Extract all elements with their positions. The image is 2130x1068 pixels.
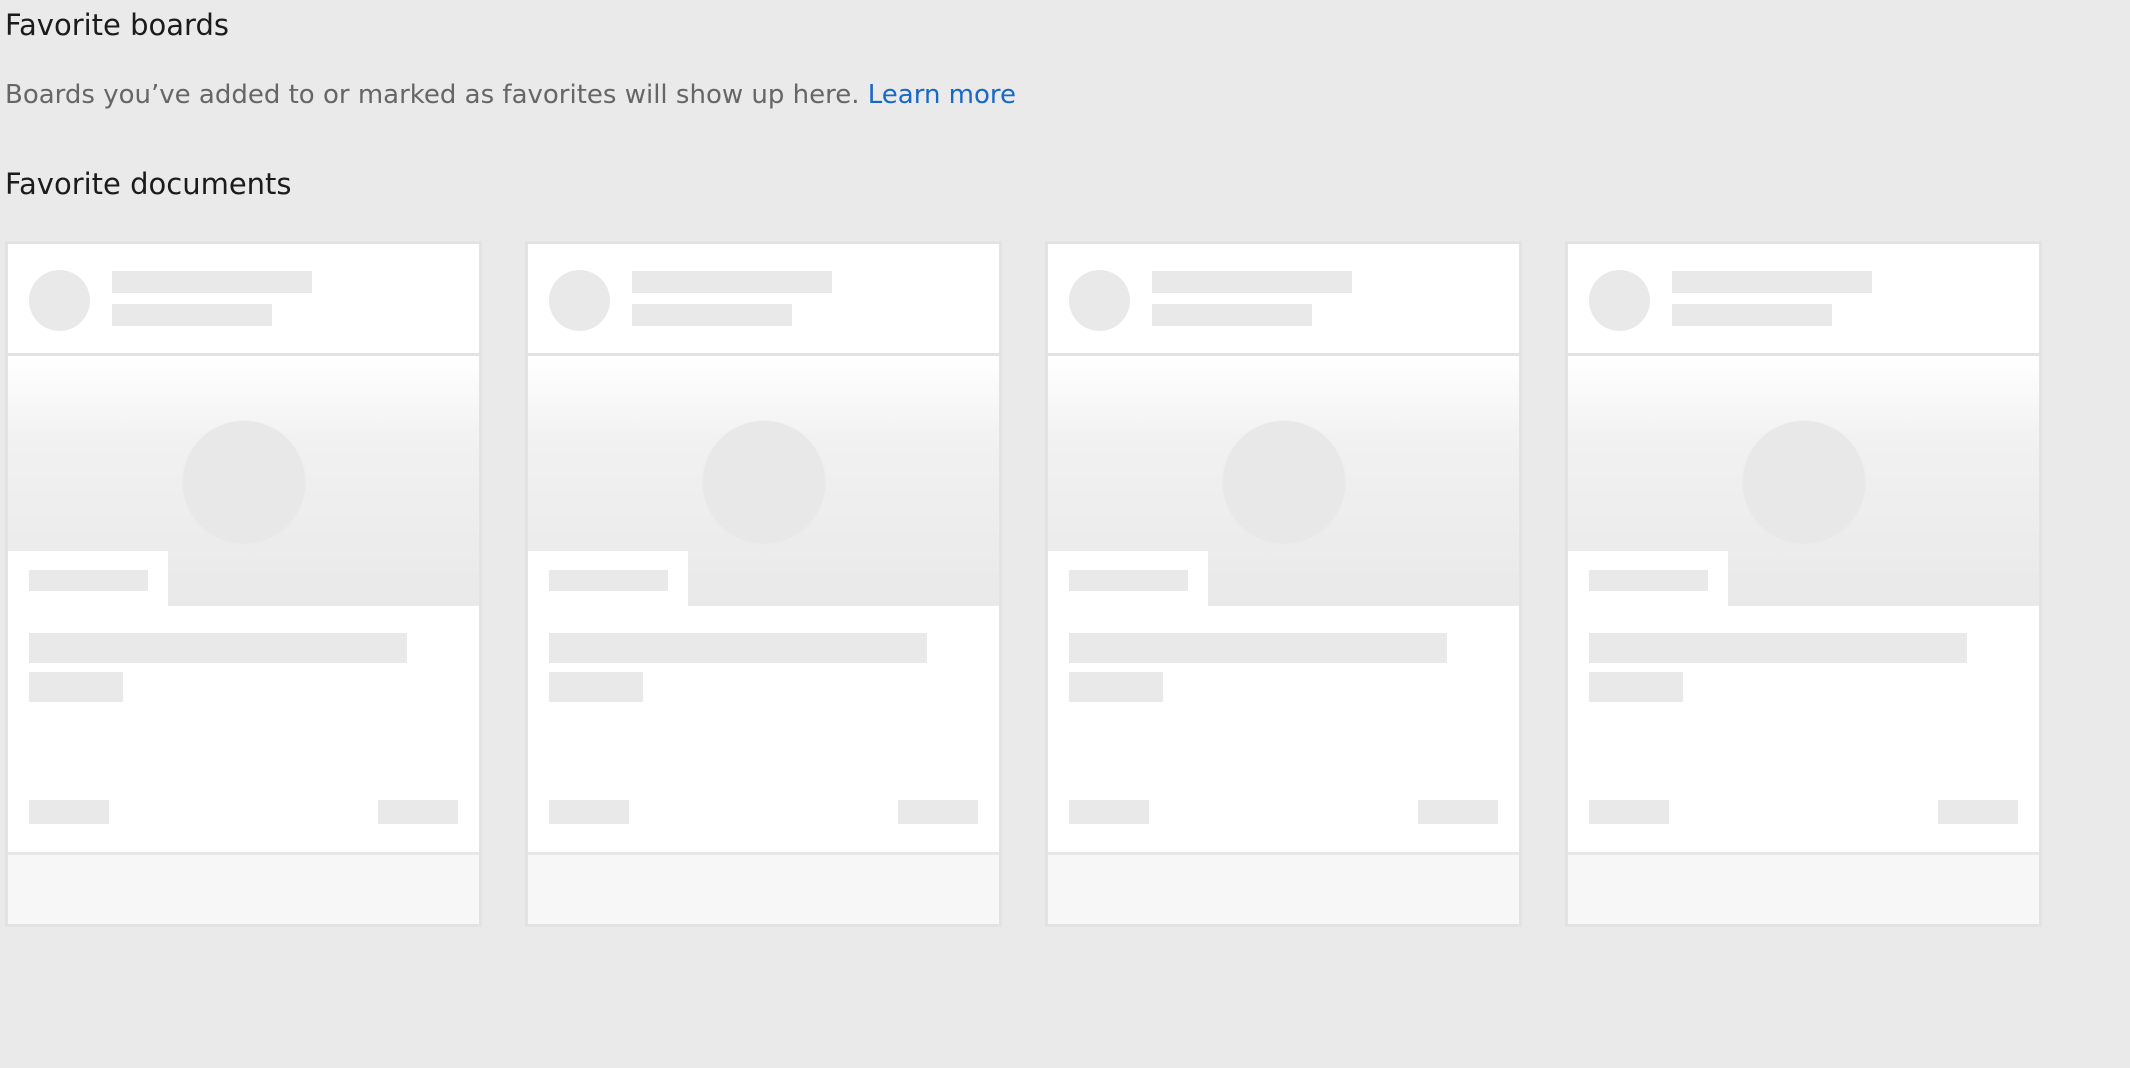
avatar-placeholder	[1589, 270, 1650, 331]
title-placeholder	[1672, 271, 1872, 293]
title-placeholder	[112, 271, 312, 293]
footer-left-placeholder	[1589, 800, 1669, 824]
document-detail-placeholder	[549, 672, 643, 702]
card-footer	[1048, 852, 1519, 924]
preview-icon-placeholder	[1223, 421, 1345, 543]
tag-placeholder	[1069, 570, 1188, 591]
favorite-boards-description-text: Boards you’ve added to or marked as favo…	[5, 80, 860, 110]
subtitle-placeholder	[1152, 304, 1312, 326]
learn-more-link[interactable]: Learn more	[868, 80, 1016, 110]
preview-icon-placeholder	[183, 421, 305, 543]
favorite-boards-description: Boards you’ve added to or marked as favo…	[5, 81, 1016, 110]
footer-left-placeholder	[1069, 800, 1149, 824]
document-name-placeholder	[1069, 633, 1447, 663]
subtitle-placeholder	[1672, 304, 1832, 326]
preview-icon-placeholder	[1743, 421, 1865, 543]
footer-left-placeholder	[549, 800, 629, 824]
document-name-placeholder	[1589, 633, 1967, 663]
avatar-placeholder	[549, 270, 610, 331]
document-detail-placeholder	[29, 672, 123, 702]
card-footer	[528, 852, 999, 924]
title-placeholder	[632, 271, 832, 293]
tag-placeholder	[549, 570, 668, 591]
footer-left-placeholder	[29, 800, 109, 824]
document-detail-placeholder	[1589, 672, 1683, 702]
document-card-placeholder	[525, 241, 1002, 927]
preview-icon-placeholder	[703, 421, 825, 543]
document-card-placeholder	[1045, 241, 1522, 927]
card-footer	[8, 852, 479, 924]
document-card-placeholder	[1565, 241, 2042, 927]
favorite-boards-heading: Favorite boards	[5, 8, 229, 42]
document-name-placeholder	[29, 633, 407, 663]
tag-placeholder	[1589, 570, 1708, 591]
avatar-placeholder	[1069, 270, 1130, 331]
document-name-placeholder	[549, 633, 927, 663]
favorite-documents-card-list	[5, 241, 2105, 927]
card-footer	[1568, 852, 2039, 924]
subtitle-placeholder	[632, 304, 792, 326]
document-detail-placeholder	[1069, 672, 1163, 702]
document-card-placeholder	[5, 241, 482, 927]
tag-placeholder	[29, 570, 148, 591]
footer-right-placeholder	[1938, 800, 2018, 824]
footer-right-placeholder	[378, 800, 458, 824]
avatar-placeholder	[29, 270, 90, 331]
favorite-documents-heading: Favorite documents	[5, 167, 292, 201]
footer-right-placeholder	[1418, 800, 1498, 824]
subtitle-placeholder	[112, 304, 272, 326]
title-placeholder	[1152, 271, 1352, 293]
footer-right-placeholder	[898, 800, 978, 824]
